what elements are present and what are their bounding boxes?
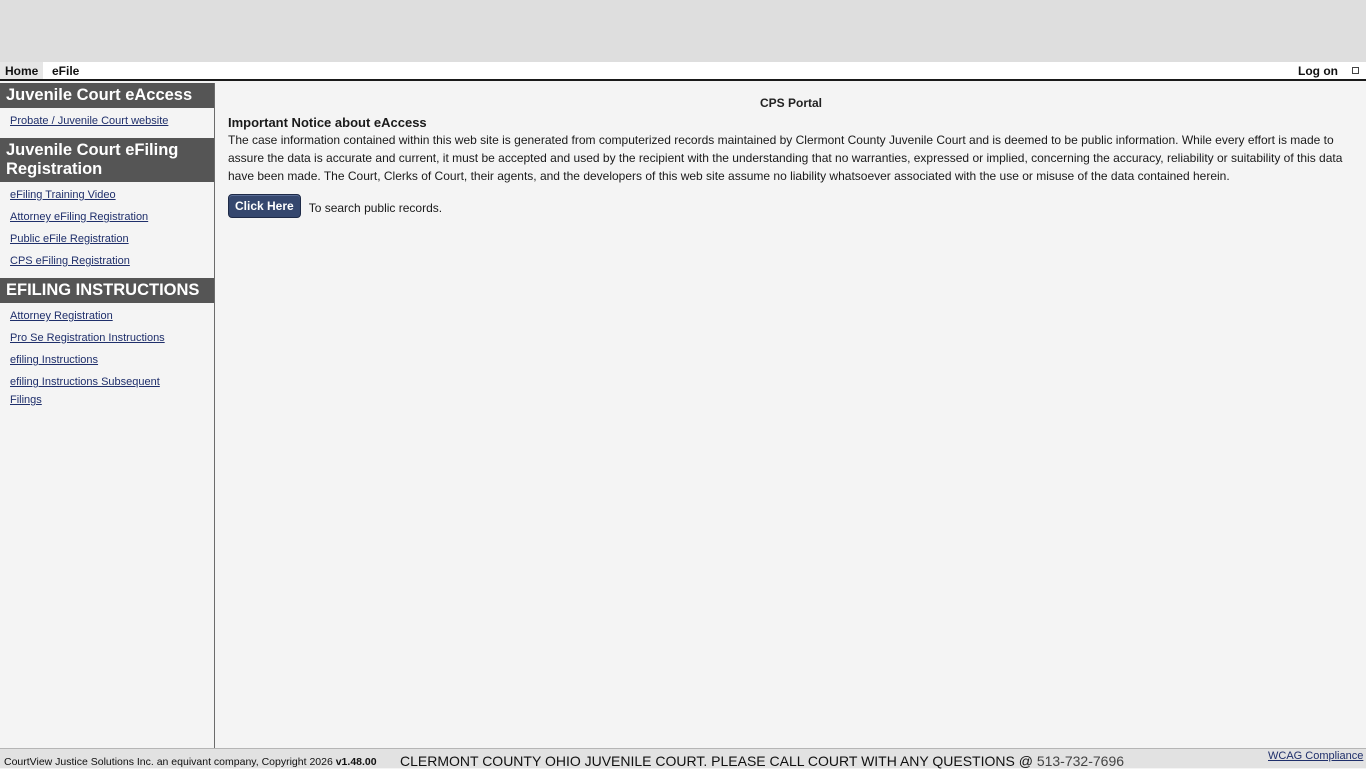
nav-home[interactable]: Home <box>0 62 44 79</box>
page-title: CPS Portal <box>759 96 822 110</box>
search-action-row: Click Here To search public records. <box>228 194 1354 218</box>
sidebar-links-eaccess: Probate / Juvenile Court website <box>0 108 214 138</box>
footer: CourtView Justice Solutions Inc. an equi… <box>0 748 1366 769</box>
click-here-button[interactable]: Click Here <box>228 194 301 218</box>
sidebar-links-instructions: Attorney Registration Pro Se Registratio… <box>0 303 214 413</box>
header-banner <box>0 0 1366 62</box>
sidebar-link-training-video[interactable]: eFiling Training Video <box>10 186 214 204</box>
court-phone: 513-732-7696 <box>1036 753 1125 769</box>
sidebar-link-cps-efiling-registration[interactable]: CPS eFiling Registration <box>10 252 214 270</box>
wcag-compliance-link[interactable]: WCAG Compliance <box>1268 750 1363 762</box>
copyright-text: CourtView Justice Solutions Inc. an equi… <box>4 756 377 768</box>
sidebar-heading-efiling-instructions: EFILING INSTRUCTIONS <box>0 278 214 303</box>
top-navigation: Home eFile Log on <box>0 62 1366 81</box>
version-label: v1.48.00 <box>335 756 377 768</box>
nav-efile[interactable]: eFile <box>52 64 79 78</box>
sidebar-link-subsequent-filings[interactable]: efiling Instructions Subsequent Filings <box>10 373 180 409</box>
sidebar-link-court-website[interactable]: Probate / Juvenile Court website <box>10 112 214 130</box>
login-box-icon[interactable] <box>1352 67 1359 74</box>
sidebar-heading-efiling-registration: Juvenile Court eFiling Registration <box>0 138 214 182</box>
court-message-text: CLERMONT COUNTY OHIO JUVENILE COURT. PLE… <box>400 753 1033 769</box>
copyright-label: CourtView Justice Solutions Inc. an equi… <box>4 756 333 768</box>
notice-text: The case information contained within th… <box>228 133 1343 183</box>
sidebar-link-public-efile-registration[interactable]: Public eFile Registration <box>10 230 214 248</box>
sidebar-link-attorney-efiling-registration[interactable]: Attorney eFiling Registration <box>10 208 214 226</box>
sidebar-link-pro-se-instructions[interactable]: Pro Se Registration Instructions <box>10 329 214 347</box>
search-caption: To search public records. <box>308 201 443 215</box>
sidebar-links-registration: eFiling Training Video Attorney eFiling … <box>0 182 214 278</box>
logon-link[interactable]: Log on <box>1298 64 1338 78</box>
sidebar: Juvenile Court eAccess Probate / Juvenil… <box>0 83 215 748</box>
sidebar-heading-eaccess: Juvenile Court eAccess <box>0 83 214 108</box>
main-content: CPS Portal Important Notice about eAcces… <box>216 83 1366 748</box>
court-message: CLERMONT COUNTY OHIO JUVENILE COURT. PLE… <box>400 753 1124 769</box>
sidebar-link-efiling-instructions[interactable]: efiling Instructions <box>10 351 214 369</box>
notice-heading: Important Notice about eAccess <box>228 115 427 130</box>
sidebar-link-attorney-registration[interactable]: Attorney Registration <box>10 307 214 325</box>
